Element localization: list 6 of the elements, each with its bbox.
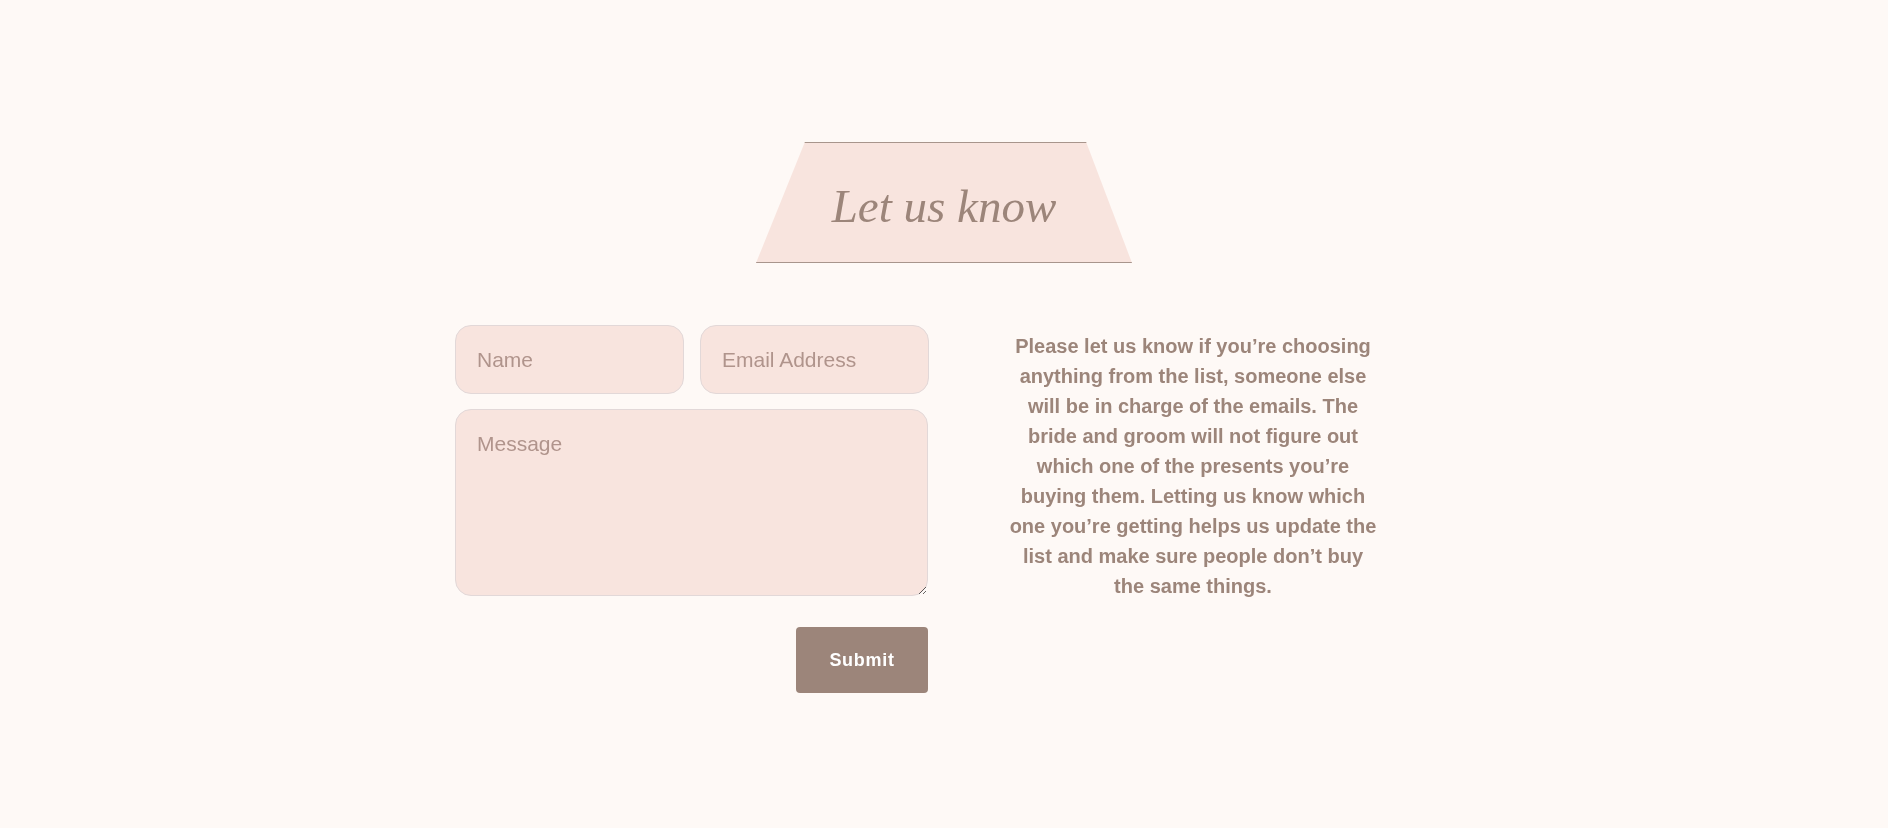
info-paragraph: Please let us know if you’re choosing anything from the list, someone else will be in charge of the emails. The bride and groom will not figure out which one of the presents you’re buying them. Letting us know which one you’re getting helps us update the list and make sure people don’t buy the same things. (1008, 334, 1378, 599)
name-field[interactable]: Name (455, 325, 684, 394)
submit-button[interactable]: Submit (796, 627, 928, 693)
page-title: Let us know (831, 183, 1057, 230)
email-field[interactable]: Email Address (700, 325, 929, 394)
message-field[interactable]: Message (455, 409, 928, 596)
